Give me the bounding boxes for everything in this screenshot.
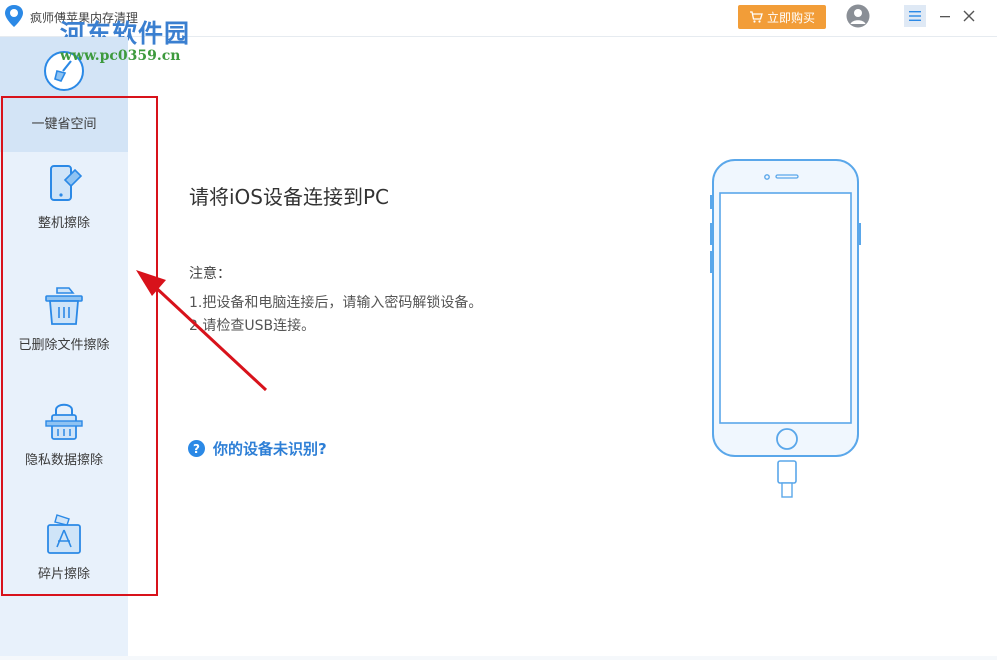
- minimize-icon[interactable]: [935, 6, 955, 26]
- menu-button[interactable]: [904, 5, 926, 27]
- buy-now-label: 立即购买: [766, 10, 815, 25]
- annotation-highlight-box: [1, 96, 158, 596]
- title-bar: 疯师傅苹果内存清理 河东软件园 立即购买: [0, 0, 997, 48]
- bottom-strip: [0, 656, 997, 660]
- watermark-url: www.pc0359.cn: [60, 48, 181, 64]
- app-logo-icon: [5, 5, 23, 27]
- cart-icon: [749, 11, 763, 23]
- user-avatar-icon[interactable]: [846, 4, 870, 28]
- buy-now-button[interactable]: 立即购买: [738, 5, 826, 29]
- iphone-illustration: [710, 159, 861, 498]
- note-label: 注意：: [189, 266, 231, 282]
- device-not-recognized-link[interactable]: ? 你的设备未识别?: [188, 438, 327, 459]
- help-icon: ?: [188, 440, 205, 457]
- note-line: 1.把设备和电脑连接后，请输入密码解锁设备。: [189, 295, 483, 311]
- hamburger-icon: [909, 11, 921, 21]
- close-icon[interactable]: [959, 6, 979, 26]
- help-link-label: 你的设备未识别?: [213, 440, 327, 458]
- note-line: 2.请检查USB连接。: [189, 318, 316, 334]
- page-title: 请将iOS设备连接到PC: [189, 185, 390, 209]
